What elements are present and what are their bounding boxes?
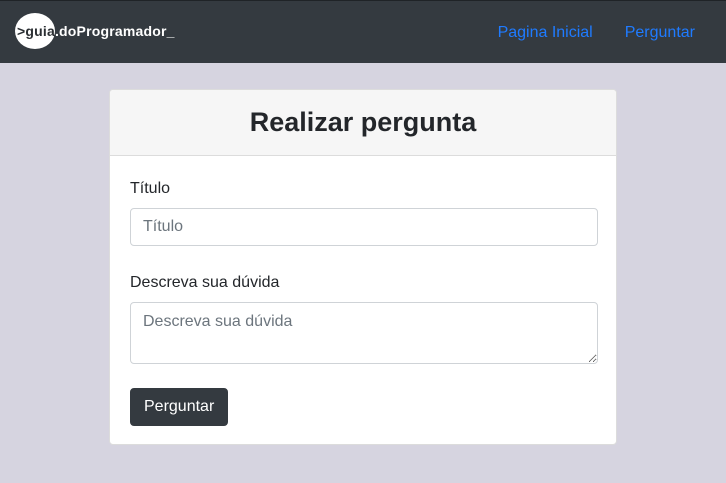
logo-text: >guia .doProgramador_ bbox=[15, 23, 175, 39]
nav-link-ask[interactable]: Perguntar bbox=[625, 24, 695, 42]
page-title: Realizar pergunta bbox=[249, 107, 477, 137]
brand-logo[interactable]: >guia .doProgramador_ bbox=[15, 13, 175, 49]
nav-link-home[interactable]: Pagina Inicial bbox=[498, 24, 593, 42]
submit-button[interactable]: Perguntar bbox=[130, 388, 229, 426]
logo-prefix: >guia bbox=[17, 23, 55, 39]
title-label: Título bbox=[130, 180, 171, 197]
question-card: Realizar pergunta Título Descreva sua dú… bbox=[109, 89, 617, 445]
question-form: Título Descreva sua dúvida Perguntar bbox=[110, 180, 616, 426]
nav-links: Pagina Inicial Perguntar bbox=[498, 1, 695, 64]
description-textarea[interactable] bbox=[130, 302, 598, 364]
description-label: Descreva sua dúvida bbox=[130, 274, 280, 291]
navbar: >guia .doProgramador_ Pagina Inicial Perg… bbox=[0, 0, 726, 63]
title-input[interactable] bbox=[130, 208, 598, 246]
logo-rest: .doProgramador_ bbox=[54, 23, 175, 39]
card-header: Realizar pergunta bbox=[110, 90, 616, 156]
